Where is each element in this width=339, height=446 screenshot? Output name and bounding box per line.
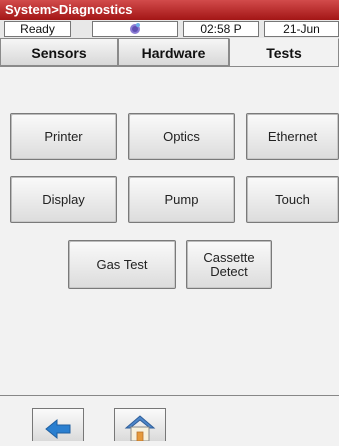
tab-sensors[interactable]: Sensors	[0, 38, 118, 66]
status-time: 02:58 P	[183, 21, 259, 37]
status-date: 21-Jun	[264, 21, 339, 37]
tab-tests[interactable]: Tests	[229, 38, 339, 66]
back-arrow-icon	[45, 418, 71, 440]
display-test-button[interactable]: Display	[10, 176, 117, 223]
home-button[interactable]	[114, 408, 166, 442]
optics-test-button[interactable]: Optics	[128, 113, 235, 160]
bottom-nav	[0, 395, 339, 442]
window-title: System>Diagnostics	[0, 0, 339, 20]
ethernet-test-button[interactable]: Ethernet	[246, 113, 339, 160]
pump-test-button[interactable]: Pump	[128, 176, 235, 223]
touch-test-button[interactable]: Touch	[246, 176, 339, 223]
status-bar: Ready 02:58 P 21-Jun	[0, 20, 339, 39]
network-icon	[130, 23, 140, 34]
network-status-cell	[92, 21, 178, 37]
status-state: Ready	[4, 21, 71, 37]
gas-test-button[interactable]: Gas Test	[68, 240, 176, 289]
tab-bar: Sensors Hardware Tests	[0, 38, 339, 66]
printer-test-button[interactable]: Printer	[10, 113, 117, 160]
home-icon	[124, 415, 156, 442]
back-button[interactable]	[32, 408, 84, 441]
cassette-detect-button[interactable]: Cassette Detect	[186, 240, 272, 289]
tab-hardware[interactable]: Hardware	[118, 38, 229, 66]
